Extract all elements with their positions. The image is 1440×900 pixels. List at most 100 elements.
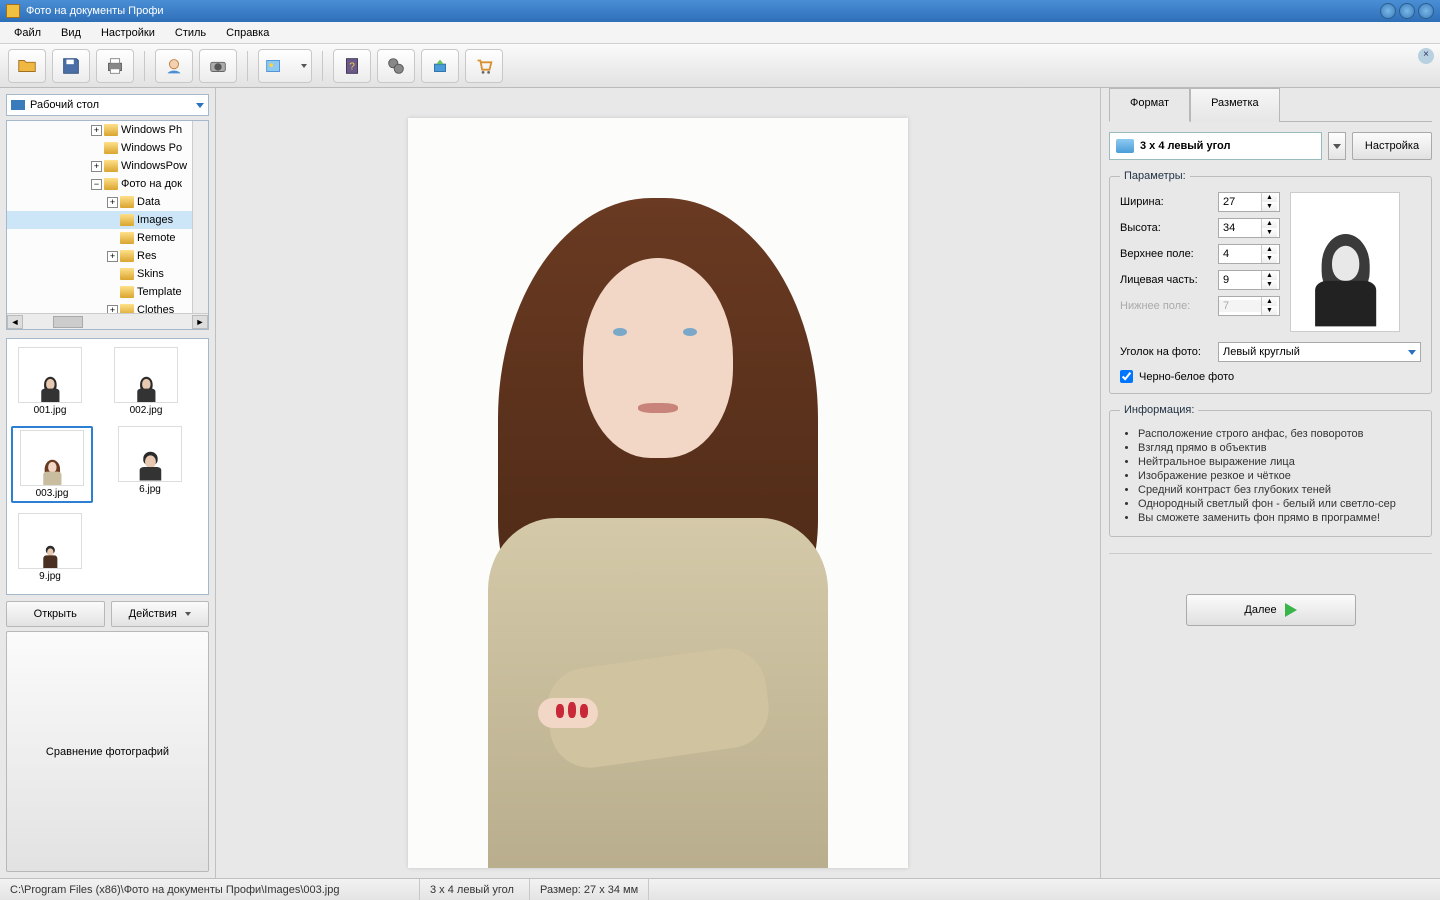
corner-select[interactable]: Левый круглый	[1218, 342, 1421, 362]
tree-item[interactable]: Remote	[137, 232, 176, 244]
parameters-preview	[1290, 192, 1400, 332]
chevron-down-icon	[196, 103, 204, 108]
svg-text:?: ?	[349, 61, 355, 72]
effects-button[interactable]	[258, 49, 312, 83]
info-item: Однородный светлый фон - белый или светл…	[1138, 498, 1421, 510]
bottom-field-label: Нижнее поле:	[1120, 300, 1212, 312]
right-panel: Формат Разметка 3 x 4 левый угол Настрой…	[1100, 88, 1440, 878]
width-label: Ширина:	[1120, 196, 1212, 208]
chevron-down-icon	[185, 612, 191, 616]
left-panel: Рабочий стол +Windows Ph Windows Po +Win…	[0, 88, 216, 878]
close-button[interactable]	[1418, 3, 1434, 19]
photo-preview[interactable]	[408, 118, 908, 868]
preview-area	[216, 88, 1100, 878]
tree-item-selected[interactable]: Images	[137, 214, 173, 226]
chevron-down-icon	[1333, 144, 1341, 149]
status-size: Размер: 27 x 34 мм	[530, 879, 649, 900]
status-format: 3 x 4 левый угол	[420, 879, 530, 900]
info-legend: Информация:	[1120, 404, 1198, 416]
height-input[interactable]: ▲▼	[1218, 218, 1280, 238]
window-title: Фото на документы Профи	[26, 5, 164, 17]
tree-item[interactable]: Data	[137, 196, 160, 208]
info-item: Расположение строго анфас, без поворотов	[1138, 428, 1421, 440]
face-detect-button[interactable]	[155, 49, 193, 83]
tree-item[interactable]: Фото на док	[121, 178, 182, 190]
settings-button[interactable]: Настройка	[1352, 132, 1432, 160]
menu-settings[interactable]: Настройки	[91, 24, 165, 42]
horizontal-scrollbar[interactable]: ◄►	[7, 313, 208, 329]
close-panel-button[interactable]: ×	[1418, 48, 1434, 64]
info-item: Нейтральное выражение лица	[1138, 456, 1421, 468]
tab-markup[interactable]: Разметка	[1190, 88, 1280, 122]
menu-file[interactable]: Файл	[4, 24, 51, 42]
bw-checkbox[interactable]	[1120, 370, 1133, 383]
compare-button[interactable]: Сравнение фотографий	[6, 631, 209, 872]
info-item: Изображение резкое и чёткое	[1138, 470, 1421, 482]
maximize-button[interactable]	[1399, 3, 1415, 19]
height-label: Высота:	[1120, 222, 1212, 234]
parameters-group: Параметры: Ширина: ▲▼ Высота: ▲▼ Верхнее п…	[1109, 170, 1432, 394]
tree-item[interactable]: Skins	[137, 268, 164, 280]
vertical-scrollbar[interactable]	[192, 121, 208, 313]
tabs: Формат Разметка	[1109, 87, 1432, 121]
top-field-label: Верхнее поле:	[1120, 248, 1212, 260]
menu-style[interactable]: Стиль	[165, 24, 216, 42]
app-icon	[6, 4, 20, 18]
format-selector[interactable]: 3 x 4 левый угол	[1109, 132, 1322, 160]
actions-button[interactable]: Действия	[111, 601, 210, 627]
person-photo	[408, 118, 908, 868]
thumbnail-item-selected[interactable]: 003.jpg	[11, 426, 93, 503]
tree-item[interactable]: Windows Po	[121, 142, 182, 154]
parameters-legend: Параметры:	[1120, 170, 1190, 182]
chevron-down-icon	[1408, 350, 1416, 355]
info-item: Вы сможете заменить фон прямо в программ…	[1138, 512, 1421, 524]
status-path: C:\Program Files (x86)\Фото на документы…	[0, 879, 420, 900]
minimize-button[interactable]	[1380, 3, 1396, 19]
menu-help[interactable]: Справка	[216, 24, 279, 42]
toolbar-separator	[144, 51, 145, 81]
desktop-icon	[11, 100, 25, 110]
thumbnail-grid: 001.jpg 002.jpg 003.jpg 6.jpg 9.jpg	[6, 338, 209, 595]
statusbar: C:\Program Files (x86)\Фото на документы…	[0, 878, 1440, 900]
bw-label: Черно-белое фото	[1139, 371, 1234, 383]
path-label: Рабочий стол	[30, 99, 99, 111]
tree-item[interactable]: Windows Ph	[121, 124, 182, 136]
thumbnail-item[interactable]: 002.jpg	[107, 347, 185, 416]
help-button[interactable]: ?	[333, 49, 371, 83]
titlebar: Фото на документы Профи	[0, 0, 1440, 22]
corner-label: Уголок на фото:	[1120, 346, 1212, 358]
open-button[interactable]: Открыть	[6, 601, 105, 627]
thumbnail-item[interactable]: 001.jpg	[11, 347, 89, 416]
cart-button[interactable]	[465, 49, 503, 83]
top-field-input[interactable]: ▲▼	[1218, 244, 1280, 264]
sidebar-buttons: Открыть Действия	[6, 601, 209, 627]
face-part-input[interactable]: ▲▼	[1218, 270, 1280, 290]
save-button[interactable]	[52, 49, 90, 83]
format-dropdown-button[interactable]	[1328, 132, 1346, 160]
bottom-field-input: ▲▼	[1218, 296, 1280, 316]
thumbnail-item[interactable]: 9.jpg	[11, 513, 89, 582]
width-input[interactable]: ▲▼	[1218, 192, 1280, 212]
menu-view[interactable]: Вид	[51, 24, 91, 42]
info-item: Взгляд прямо в объектив	[1138, 442, 1421, 454]
info-item: Средний контраст без глубоких теней	[1138, 484, 1421, 496]
thumbnail-item[interactable]: 6.jpg	[111, 426, 189, 503]
open-folder-button[interactable]	[8, 49, 46, 83]
tree-item[interactable]: Res	[137, 250, 157, 262]
chevron-down-icon	[301, 64, 307, 68]
video-button[interactable]	[377, 49, 415, 83]
toolbar: ? ×	[0, 44, 1440, 88]
toolbar-separator	[247, 51, 248, 81]
format-icon	[1116, 139, 1134, 153]
next-button[interactable]: Далее	[1186, 594, 1356, 626]
print-button[interactable]	[96, 49, 134, 83]
tab-body: 3 x 4 левый угол Настройка Параметры: Ши…	[1109, 121, 1432, 870]
update-button[interactable]	[421, 49, 459, 83]
arrow-right-icon	[1285, 603, 1297, 617]
path-selector[interactable]: Рабочий стол	[6, 94, 209, 116]
camera-button[interactable]	[199, 49, 237, 83]
tree-item[interactable]: WindowsPow	[121, 160, 187, 172]
tab-format[interactable]: Формат	[1109, 88, 1190, 122]
tree-item[interactable]: Template	[137, 286, 182, 298]
folder-tree[interactable]: +Windows Ph Windows Po +WindowsPow −Фото…	[6, 120, 209, 330]
